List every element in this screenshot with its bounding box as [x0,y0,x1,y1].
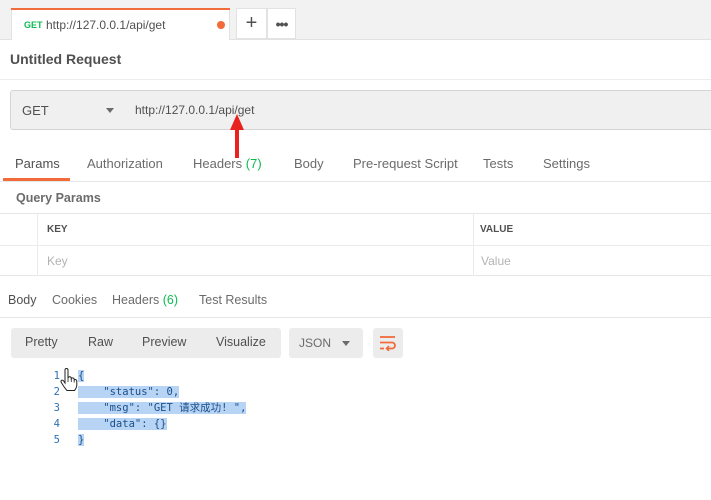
code-line: { [78,370,85,382]
line-numbers: 1 2 3 4 5 [46,368,60,448]
divider [0,181,711,182]
request-tab-method: GET [24,20,43,30]
wrap-lines-icon [380,336,396,351]
tab-settings[interactable]: Settings [543,156,590,171]
line-number: 2 [53,386,60,398]
code-line: } [78,434,85,446]
response-body-editor[interactable]: { "status": 0, "msg": "GET 请求成功! ", "dat… [78,368,247,448]
divider [0,79,711,80]
line-number: 1 [53,370,60,382]
pretty-button[interactable]: Pretty [25,335,58,349]
key-column-header: KEY [47,224,68,235]
value-input[interactable]: Value [481,254,511,268]
method-select[interactable]: GET [10,90,126,130]
response-tab-body[interactable]: Body [8,293,37,307]
more-icon: ••• [275,15,289,32]
new-tab-button[interactable]: + [236,8,267,39]
value-column-header: VALUE [480,224,514,235]
unsaved-dot-icon [217,21,225,29]
request-title[interactable]: Untitled Request [10,51,121,67]
method-select-value: GET [22,103,49,118]
key-input[interactable]: Key [47,254,68,268]
language-select[interactable]: JSON [289,328,363,358]
plus-icon: + [245,12,258,34]
wrap-lines-button[interactable] [373,328,403,358]
tab-params[interactable]: Params [15,156,60,171]
tab-pre-request-script[interactable]: Pre-request Script [353,156,458,171]
tab-headers-count: (7) [245,156,262,171]
raw-button[interactable]: Raw [88,335,113,349]
tab-authorization[interactable]: Authorization [87,156,163,171]
code-line: "data": {} [78,418,167,430]
code-line: "status": 0, [78,386,180,398]
request-tab-url: http://127.0.0.1/api/get [46,18,166,32]
divider [0,317,711,318]
tab-tests[interactable]: Tests [483,156,513,171]
url-input[interactable]: http://127.0.0.1/api/get [125,90,711,130]
tab-body[interactable]: Body [294,156,324,171]
tab-headers[interactable]: Headers (7) [193,156,262,171]
line-number: 5 [53,434,60,446]
language-select-value: JSON [299,336,332,350]
query-params-table: KEY VALUE Key Value [0,213,711,276]
response-tab-test-results[interactable]: Test Results [199,293,267,307]
chevron-down-icon [342,341,350,346]
response-tab-cookies[interactable]: Cookies [52,293,97,307]
view-mode-group: Pretty Raw Preview Visualize [11,328,281,358]
code-line: "msg": "GET 请求成功! ", [78,402,247,414]
line-number: 4 [53,418,60,430]
response-tab-headers-label: Headers [112,293,160,307]
preview-button[interactable]: Preview [142,335,186,349]
chevron-down-icon [106,108,114,113]
query-params-title: Query Params [16,191,101,205]
more-tabs-button[interactable]: ••• [267,8,296,39]
tab-headers-label: Headers [193,156,243,171]
response-tab-headers-count: (6) [162,293,179,307]
line-number: 3 [53,402,60,414]
response-tab-headers[interactable]: Headers (6) [112,293,178,307]
hand-cursor-icon [60,368,78,391]
red-arrow-annotation [230,114,244,158]
visualize-button[interactable]: Visualize [216,335,266,349]
request-tab[interactable]: GET http://127.0.0.1/api/get [11,8,230,40]
row-divider [0,245,711,246]
tab-strip: GET http://127.0.0.1/api/get + ••• [0,0,711,40]
